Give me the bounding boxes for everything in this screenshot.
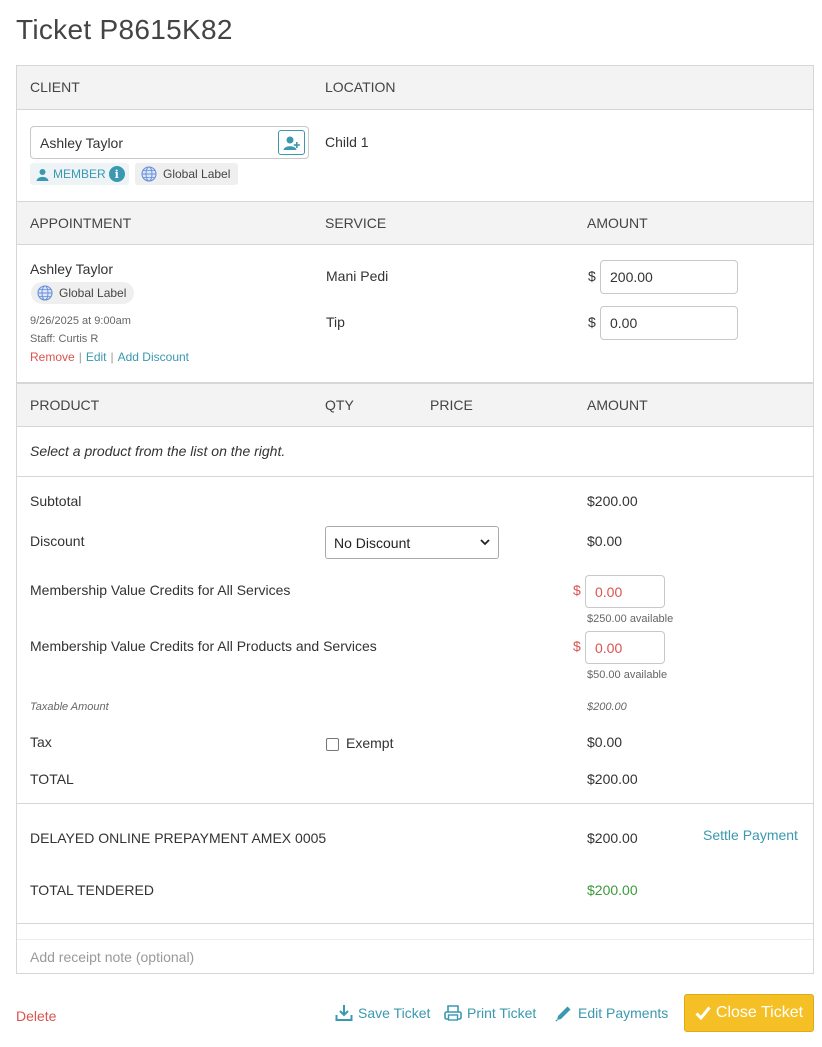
tip-amount-input[interactable]: 0.00 (600, 306, 738, 340)
appointment-global-label: Global Label (59, 286, 127, 300)
settle-payment-link[interactable]: Settle Payment (703, 827, 798, 843)
price-header-label: PRICE (430, 397, 473, 413)
appointment-global-label-badge: Global Label (31, 282, 135, 304)
subtotal-label: Subtotal (30, 493, 82, 509)
total-tendered-label: TOTAL TENDERED (30, 882, 154, 898)
close-ticket-button[interactable]: Close Ticket (684, 994, 814, 1032)
tip-label: Tip (326, 314, 345, 330)
appointment-actions: Remove | Edit | Add Discount (30, 350, 189, 364)
edit-link[interactable]: Edit (86, 350, 107, 364)
client-global-label: Global Label (163, 167, 231, 181)
credits-all-input[interactable]: 0.00 (585, 631, 665, 664)
tip-amount-value: 0.00 (610, 315, 638, 331)
credits-all-available: $50.00 available (587, 669, 668, 681)
exempt-checkbox[interactable] (326, 738, 339, 751)
add-user-icon (283, 136, 300, 150)
product-amount-header-label: AMOUNT (587, 397, 648, 413)
service-amount-value: 200.00 (610, 269, 653, 285)
receipt-note-field[interactable]: Add receipt note (optional) (17, 940, 813, 973)
total-tendered-value: $200.00 (587, 882, 638, 898)
print-ticket-label: Print Ticket (467, 1005, 537, 1021)
credits-services-available: $250.00 available (587, 613, 674, 625)
chevron-down-icon (480, 539, 490, 546)
delete-link[interactable]: Delete (16, 1008, 56, 1024)
location-header-label: LOCATION (325, 79, 396, 95)
save-ticket-button[interactable]: Save Ticket (335, 1004, 430, 1022)
qty-header-label: QTY (325, 397, 354, 413)
appointment-header: APPOINTMENT SERVICE AMOUNT (17, 201, 813, 245)
subtotal-value: $200.00 (587, 493, 638, 509)
divider (17, 803, 813, 804)
appointment-header-label: APPOINTMENT (30, 215, 132, 231)
taxable-amount-value: $200.00 (587, 701, 627, 713)
discount-value: $0.00 (587, 533, 623, 549)
payment-value: $200.00 (587, 830, 638, 846)
remove-link[interactable]: Remove (30, 350, 75, 364)
total-label: TOTAL (30, 771, 74, 787)
separator: | (78, 350, 82, 364)
globe-icon (37, 285, 53, 301)
discount-select-value: No Discount (334, 534, 411, 551)
payment-label: DELAYED ONLINE PREPAYMENT AMEX 0005 (30, 830, 327, 846)
printer-icon (444, 1005, 462, 1021)
add-client-button[interactable] (278, 130, 305, 155)
client-header: CLIENT LOCATION (17, 66, 813, 110)
globe-icon (141, 166, 157, 182)
empty-products-message: Select a product from the list on the ri… (30, 443, 286, 459)
page-title: Ticket P8615K82 (16, 14, 233, 45)
edit-payments-label: Edit Payments (578, 1005, 669, 1021)
member-label: MEMBER (53, 167, 106, 181)
discount-select[interactable]: No Discount (325, 526, 499, 559)
pencil-icon (555, 1006, 571, 1022)
credits-services-input[interactable]: 0.00 (585, 575, 665, 608)
taxable-amount-label: Taxable Amount (30, 701, 109, 713)
close-ticket-label: Close Ticket (715, 1004, 804, 1021)
client-name-field[interactable]: Ashley Taylor (30, 126, 309, 159)
save-ticket-label: Save Ticket (358, 1005, 431, 1021)
service-name: Mani Pedi (326, 268, 389, 284)
credits-all-label: Membership Value Credits for All Product… (30, 638, 377, 654)
ticket-card: CLIENT LOCATION Ashley Taylor MEMBER i G… (16, 65, 814, 974)
currency-symbol: $ (573, 582, 581, 598)
info-icon[interactable]: i (108, 166, 125, 182)
currency-symbol: $ (588, 268, 596, 284)
receipt-note-placeholder: Add receipt note (optional) (30, 948, 195, 965)
discount-label: Discount (30, 533, 85, 549)
location-value: Child 1 (325, 134, 369, 150)
total-value: $200.00 (587, 771, 638, 787)
separator: | (110, 350, 114, 364)
appointment-client-name: Ashley Taylor (30, 261, 114, 277)
service-amount-input[interactable]: 200.00 (600, 260, 738, 294)
currency-symbol: $ (588, 314, 596, 330)
credits-services-value: 0.00 (595, 583, 623, 600)
service-header-label: SERVICE (325, 215, 387, 231)
amount-header-label: AMOUNT (587, 215, 648, 231)
add-discount-link[interactable]: Add Discount (118, 350, 189, 364)
currency-symbol: $ (573, 638, 581, 654)
download-icon (335, 1005, 353, 1021)
exempt-label: Exempt (346, 735, 394, 751)
person-icon (36, 168, 49, 181)
tax-value: $0.00 (587, 734, 623, 750)
appointment-staff: Staff: Curtis R (30, 333, 99, 345)
product-header: PRODUCT QTY PRICE AMOUNT (17, 382, 813, 427)
edit-payments-button[interactable]: Edit Payments (555, 1004, 668, 1022)
member-badge: MEMBER i (30, 163, 129, 185)
print-ticket-button[interactable]: Print Ticket (444, 1004, 536, 1022)
product-header-label: PRODUCT (30, 397, 100, 413)
divider (17, 923, 813, 924)
client-header-label: CLIENT (30, 79, 80, 95)
credits-all-value: 0.00 (595, 639, 623, 656)
divider (17, 476, 813, 477)
client-global-label-badge: Global Label (135, 163, 239, 185)
check-icon (695, 1006, 711, 1021)
client-name-value: Ashley Taylor (40, 134, 124, 151)
tax-label: Tax (30, 734, 52, 750)
appointment-datetime: 9/26/2025 at 9:00am (30, 315, 131, 327)
credits-services-label: Membership Value Credits for All Service… (30, 582, 291, 598)
